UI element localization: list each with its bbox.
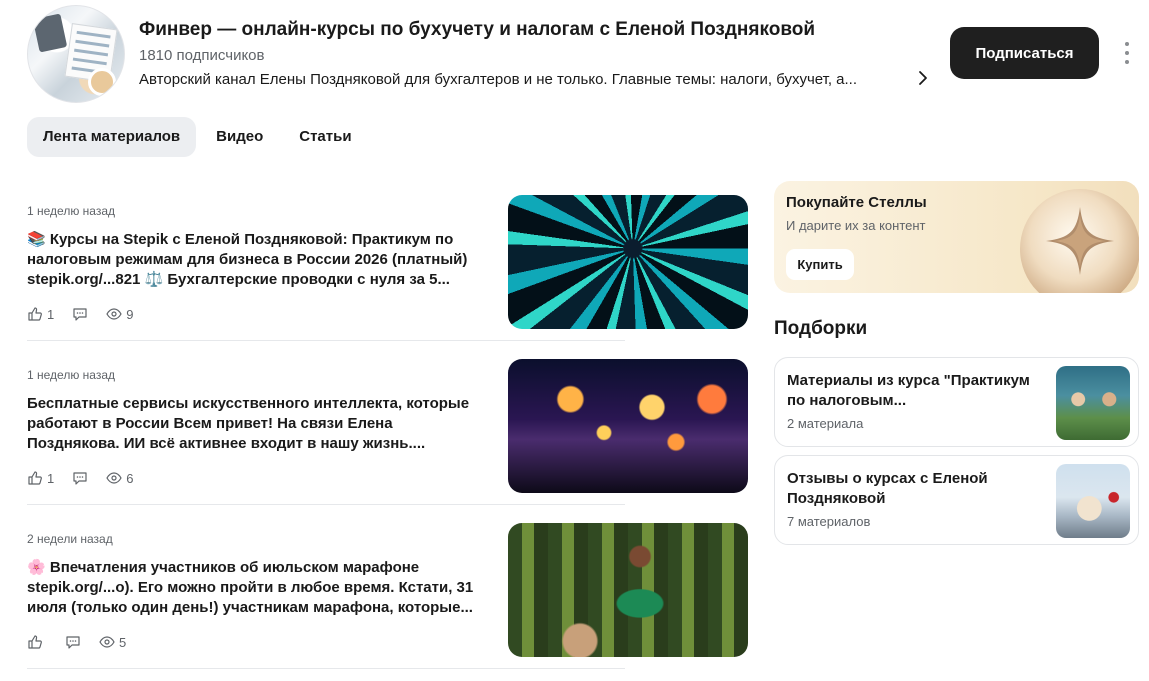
collection-count: 2 материала — [787, 416, 864, 431]
post-time: 2 недели назад — [27, 532, 113, 546]
view-count: 6 — [126, 470, 134, 486]
post-text[interactable]: 🌸 Впечатления участников об июльском мар… — [27, 558, 487, 618]
tab-articles[interactable]: Статьи — [283, 117, 367, 157]
collections-heading: Подборки — [774, 318, 868, 339]
tab-feed[interactable]: Лента материалов — [27, 117, 197, 157]
post-stats: 1 9 — [27, 306, 151, 322]
views-stat: 6 — [106, 470, 133, 486]
star-icon — [1046, 207, 1114, 275]
views-stat: 9 — [106, 306, 133, 322]
subscriber-count: 1810 подписчиков — [139, 47, 265, 64]
promo-title: Покупайте Стеллы — [786, 194, 927, 211]
glowing-flowers-image[interactable] — [508, 359, 748, 493]
post-time: 1 неделю назад — [27, 204, 116, 218]
divider — [27, 340, 625, 341]
woman-in-forest-image[interactable] — [508, 523, 748, 657]
like-count: 1 — [47, 306, 55, 322]
calculator-icon — [32, 13, 68, 53]
fractal-spiral-image[interactable] — [508, 195, 748, 329]
like-button[interactable]: 1 — [27, 470, 54, 486]
more-options-icon[interactable] — [1116, 40, 1138, 66]
thumbs-up-icon — [28, 471, 42, 485]
collection-title: Отзывы о курсах с Еленой Поздняковой — [787, 470, 988, 507]
post-text[interactable]: Бесплатные сервисы искусственного интелл… — [27, 394, 487, 454]
post-text-body: Впечатления участников об июльском мараф… — [27, 559, 474, 616]
collection-thumbnail — [1056, 464, 1130, 538]
post-text-body: Курсы на Stepik с Еленой Поздняковой: Пр… — [27, 231, 468, 288]
post-emoji: 🌸 — [27, 559, 46, 576]
tab-video[interactable]: Видео — [200, 117, 279, 157]
post-time: 1 неделю назад — [27, 368, 116, 382]
stars-promo-card[interactable]: Покупайте Стеллы И дарите их за контент … — [774, 181, 1139, 293]
feed-post[interactable]: 1 неделю назад 📚 Курсы на Stepik с Елено… — [27, 195, 748, 329]
comment-button[interactable] — [72, 306, 88, 322]
collection-card[interactable]: Отзывы о курсах с Еленой Поздняковой 7 м… — [774, 455, 1139, 545]
thumbs-up-icon — [28, 635, 42, 649]
post-text[interactable]: 📚 Курсы на Stepik с Еленой Поздняковой: … — [27, 230, 487, 290]
divider — [27, 668, 625, 669]
collection-count: 7 материалов — [787, 514, 871, 529]
comment-button[interactable] — [65, 634, 81, 650]
collection-title: Материалы из курса "Практикум по налогов… — [787, 372, 1030, 409]
comment-button[interactable] — [72, 470, 88, 486]
eye-icon — [99, 636, 115, 648]
buy-button[interactable]: Купить — [786, 249, 854, 280]
view-count: 5 — [119, 634, 127, 650]
comment-icon — [73, 308, 87, 321]
channel-avatar[interactable] — [27, 5, 125, 103]
views-stat: 5 — [99, 634, 126, 650]
view-count: 9 — [126, 306, 134, 322]
divider — [27, 504, 625, 505]
subscribe-button[interactable]: Подписаться — [950, 27, 1099, 79]
comment-icon — [73, 472, 87, 485]
like-count: 1 — [47, 470, 55, 486]
channel-tabs: Лента материалов Видео Статьи — [27, 117, 368, 157]
post-stats: 1 6 — [27, 470, 151, 486]
post-emoji: 📚 — [27, 231, 46, 248]
comment-icon — [66, 636, 80, 649]
eye-icon — [106, 472, 122, 484]
post-stats: 5 — [27, 634, 144, 650]
channel-description[interactable]: Авторский канал Елены Поздняковой для бу… — [139, 71, 857, 88]
feed-post[interactable]: 2 недели назад 🌸 Впечатления участников … — [27, 523, 748, 657]
eye-icon — [106, 308, 122, 320]
like-button[interactable]: 1 — [27, 306, 54, 322]
chevron-right-icon[interactable] — [914, 69, 932, 87]
coffee-cup-icon — [88, 68, 116, 96]
thumbs-up-icon — [28, 307, 42, 321]
promo-subtitle: И дарите их за контент — [786, 218, 926, 233]
feed-post[interactable]: 1 неделю назад Бесплатные сервисы искусс… — [27, 359, 748, 493]
collection-thumbnail — [1056, 366, 1130, 440]
channel-title: Финвер — онлайн-курсы по бухучету и нало… — [139, 19, 816, 40]
like-button[interactable] — [27, 634, 47, 650]
collection-card[interactable]: Материалы из курса "Практикум по налогов… — [774, 357, 1139, 447]
